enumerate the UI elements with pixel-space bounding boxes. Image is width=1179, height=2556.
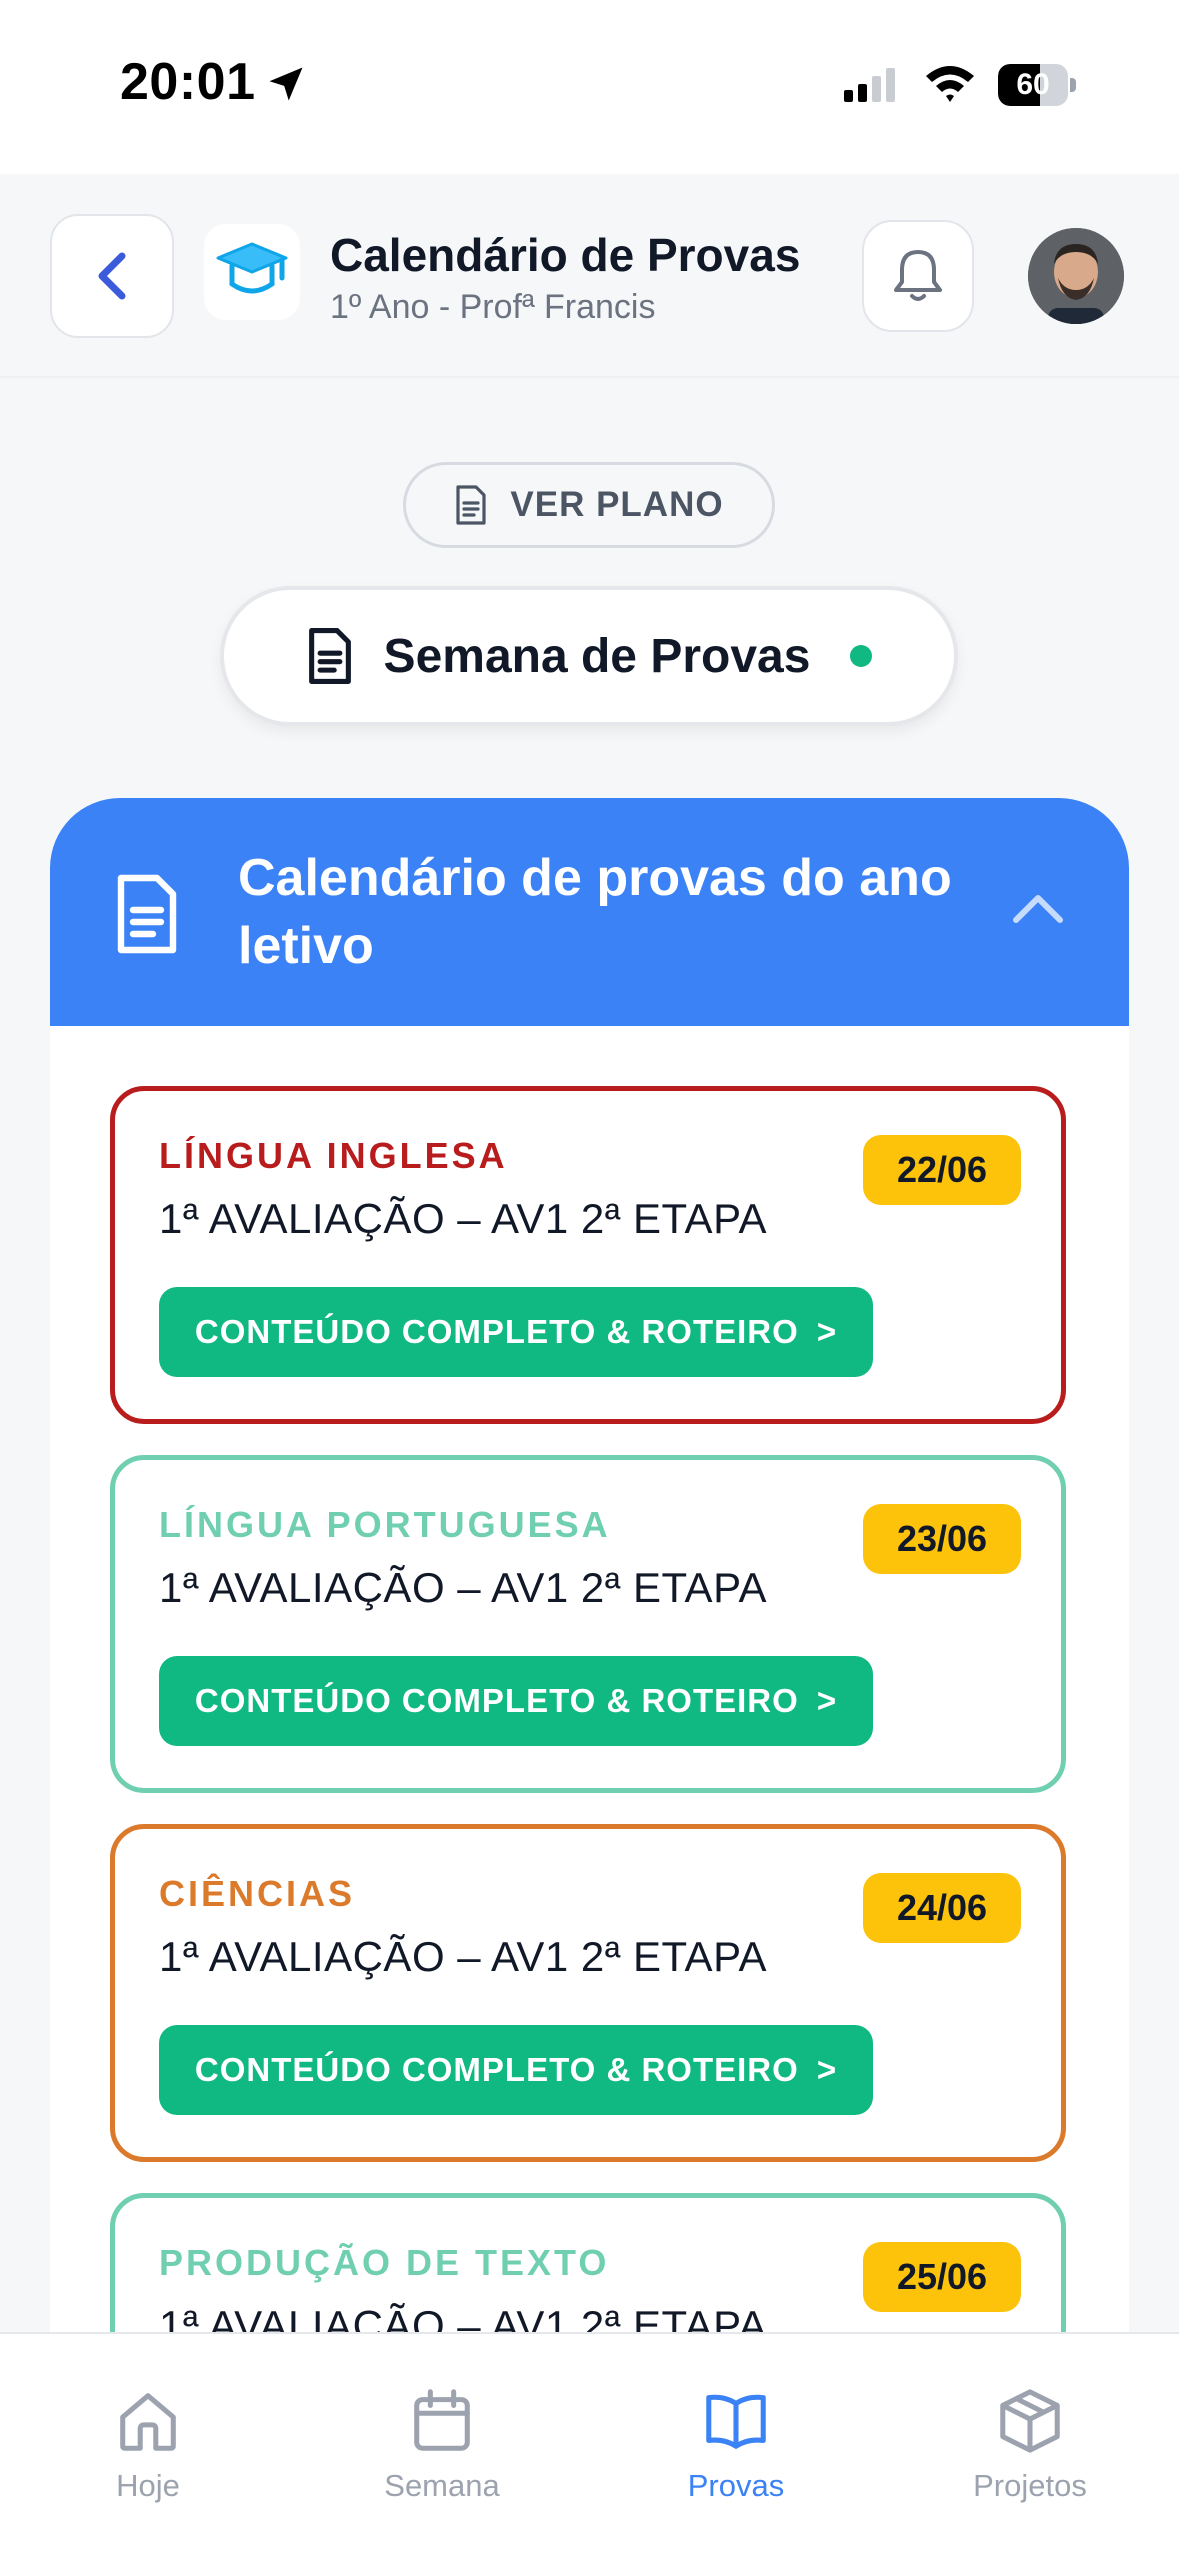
page-subtitle: 1º Ano - Profª Francis — [330, 288, 656, 326]
status-time: 20:01 — [120, 53, 256, 111]
user-avatar[interactable] — [1028, 228, 1124, 324]
document-icon — [117, 874, 177, 954]
exam-subject: CIÊNCIAS — [159, 1873, 356, 1914]
document-icon — [456, 485, 486, 525]
exam-week-label: Semana de Provas — [383, 629, 811, 683]
status-dot — [850, 645, 873, 667]
box-icon — [1000, 2389, 1060, 2453]
exam-name: 1ª AVALIAÇÃO – AV1 2ª ETAPA — [159, 1195, 767, 1242]
exam-card: CIÊNCIAS 1ª AVALIAÇÃO – AV1 2ª ETAPA 24/06… — [110, 1824, 1066, 2162]
exam-date-badge: 25/06 — [863, 2242, 1021, 2312]
tab-projetos[interactable]: Projetos — [920, 2386, 1140, 2516]
tab-semana[interactable]: Semana — [332, 2386, 552, 2516]
chevron-right-glyph: > — [816, 1682, 838, 1719]
exam-name: 1ª AVALIAÇÃO – AV1 2ª ETAPA — [159, 1933, 767, 1980]
notifications-button[interactable] — [862, 220, 974, 332]
book-icon — [706, 2394, 766, 2449]
full-content-button[interactable]: CONTEÚDO COMPLETO & ROTEIRO > — [159, 2025, 873, 2115]
back-button[interactable] — [50, 214, 174, 338]
exam-card: LÍNGUA INGLESA 1ª AVALIAÇÃO – AV1 2ª ETAP… — [110, 1086, 1066, 1424]
chevron-right-glyph: > — [816, 2051, 838, 2088]
exam-calendar-panel: Calendário de provas do ano letivo LÍNGU… — [50, 798, 1129, 2398]
cellular-signal-icon — [844, 68, 895, 102]
exam-card: LÍNGUA PORTUGUESA 1ª AVALIAÇÃO – AV1 2ª E… — [110, 1455, 1066, 1793]
full-content-button-label: CONTEÚDO COMPLETO & ROTEIRO — [194, 2051, 799, 2088]
tab-label: Semana — [384, 2468, 500, 2503]
exam-subject: LÍNGUA PORTUGUESA — [159, 1504, 611, 1545]
home-icon — [120, 2393, 176, 2451]
calendar-panel-title: Calendário de provas do ano letivo — [238, 849, 952, 975]
chevron-up-icon[interactable] — [1010, 888, 1066, 928]
battery-indicator: 60 — [998, 64, 1076, 106]
full-content-button-label: CONTEÚDO COMPLETO & ROTEIRO — [194, 1682, 799, 1719]
full-content-button[interactable]: CONTEÚDO COMPLETO & ROTEIRO > — [159, 1656, 873, 1746]
tab-label: Projetos — [973, 2468, 1087, 2503]
calendar-icon — [414, 2389, 470, 2451]
exam-week-pill[interactable]: Semana de Provas — [220, 586, 958, 726]
exam-name: 1ª AVALIAÇÃO – AV1 2ª ETAPA — [159, 1564, 767, 1611]
wifi-icon — [926, 66, 974, 102]
exam-subject: LÍNGUA INGLESA — [159, 1135, 508, 1176]
exam-subject: PRODUÇÃO DE TEXTO — [159, 2242, 610, 2283]
battery-percent: 60 — [1016, 68, 1050, 101]
tab-label: Hoje — [116, 2468, 180, 2503]
graduation-cap-logo-icon — [204, 224, 300, 320]
chevron-right-glyph: > — [816, 1313, 838, 1350]
calendar-panel-header[interactable]: Calendário de provas do ano letivo — [50, 798, 1129, 1026]
view-plan-button[interactable]: VER PLANO — [403, 462, 775, 548]
chevron-left-icon — [98, 252, 126, 300]
page-title: Calendário de Provas — [330, 229, 801, 281]
tab-label: Provas — [687, 2468, 785, 2503]
exam-date-badge: 23/06 — [863, 1504, 1021, 1574]
tab-provas[interactable]: Provas — [626, 2386, 846, 2516]
app-header: Calendário de Provas 1º Ano - Profª Fran… — [0, 174, 1179, 378]
full-content-button-label: CONTEÚDO COMPLETO & ROTEIRO — [194, 1313, 799, 1350]
location-arrow-icon — [269, 67, 303, 101]
tab-hoje[interactable]: Hoje — [38, 2386, 258, 2516]
view-plan-label: VER PLANO — [510, 485, 724, 524]
bottom-tab-bar: Hoje Semana Provas Projetos — [0, 2332, 1179, 2556]
document-icon — [308, 628, 351, 684]
exam-date-badge: 24/06 — [863, 1873, 1021, 1943]
full-content-button[interactable]: CONTEÚDO COMPLETO & ROTEIRO > — [159, 1287, 873, 1377]
status-bar: 20:01 60 — [0, 0, 1179, 174]
bell-icon — [894, 250, 942, 301]
exam-date-badge: 22/06 — [863, 1135, 1021, 1205]
